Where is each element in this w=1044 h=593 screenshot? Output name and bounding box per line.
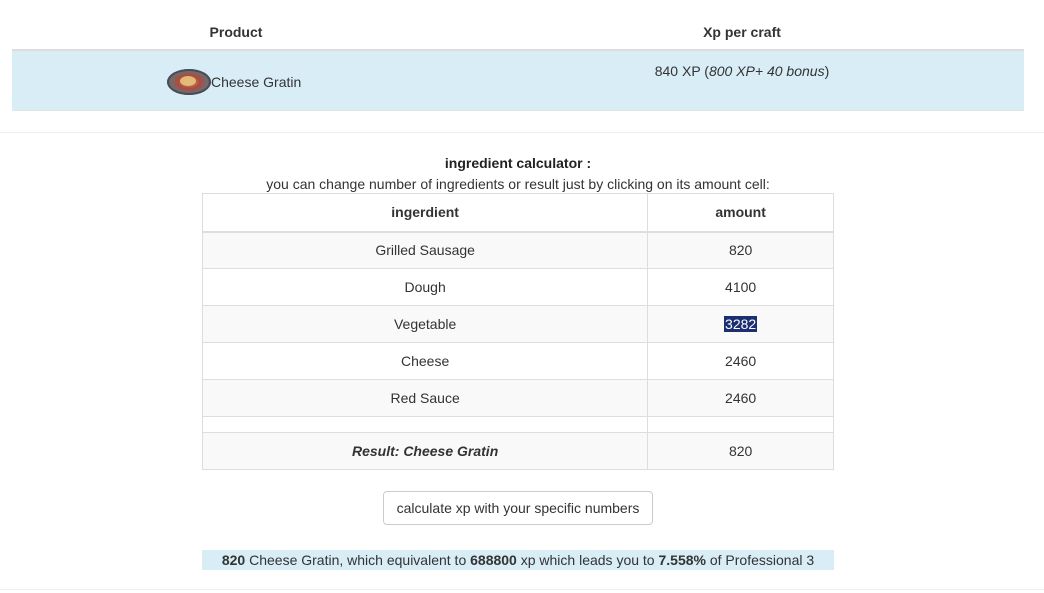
selected-amount-text[interactable]: 3282 — [724, 316, 758, 332]
xp-summary: 820 Cheese Gratin, which equivalent to 6… — [202, 550, 834, 570]
ingredient-row: Cheese 2460 — [201, 342, 834, 380]
ingredient-amount-cell[interactable]: 820 — [647, 231, 834, 269]
product-cell: Cheese Gratin — [167, 69, 301, 95]
ingredient-name: Cheese — [201, 342, 649, 380]
product-row: Cheese Gratin 840 XP (800 XP+ 40 bonus) — [12, 51, 1024, 111]
ingredient-name: Dough — [201, 268, 649, 306]
xp-breakdown: 800 XP+ 40 bonus — [708, 63, 825, 79]
product-table-header: Product Xp per craft — [12, 12, 1024, 51]
xp-column-header: Xp per craft — [703, 24, 781, 40]
ingredient-amount-cell[interactable]: 3282 — [647, 305, 834, 343]
result-row: Result: Cheese Gratin 820 — [201, 432, 834, 470]
calculate-xp-button[interactable]: calculate xp with your specific numbers — [383, 491, 653, 525]
ingredient-name: Vegetable — [201, 305, 649, 343]
ingredient-row: Red Sauce 2460 — [201, 379, 834, 417]
calculator-title: ingredient calculator : — [444, 155, 592, 171]
summary-percent: 7.558% — [658, 552, 706, 568]
ingredient-table-header: ingerdient amount — [201, 193, 834, 233]
xp-per-craft-value: 840 XP (800 XP+ 40 bonus) — [654, 63, 830, 79]
summary-xp: 688800 — [470, 552, 517, 568]
ingredient-row: Dough 4100 — [201, 268, 834, 306]
ingredient-name: Red Sauce — [201, 379, 649, 417]
result-label: Result: Cheese Gratin — [201, 432, 649, 470]
amount-column-header: amount — [647, 193, 834, 233]
bottom-divider — [0, 589, 1044, 590]
result-amount-cell[interactable]: 820 — [647, 432, 834, 470]
spacer-row — [201, 416, 834, 433]
calculator-instructions: you can change number of ingredients or … — [266, 176, 770, 192]
product-column-header: Product — [209, 24, 263, 40]
ingredient-name: Grilled Sausage — [201, 231, 649, 269]
ingredient-row: Vegetable 3282 — [201, 305, 834, 343]
ingredient-table: ingerdient amount Grilled Sausage 820 Do… — [201, 193, 834, 470]
ingredient-row: Grilled Sausage 820 — [201, 231, 834, 269]
product-name: Cheese Gratin — [211, 74, 302, 90]
section-divider — [0, 132, 1044, 133]
ingredient-column-header: ingerdient — [201, 193, 649, 233]
product-table: Product Xp per craft Cheese Gratin 840 X… — [12, 12, 1024, 111]
cheese-gratin-dish-icon — [167, 69, 211, 95]
summary-count: 820 — [221, 552, 246, 568]
ingredient-amount-cell[interactable]: 4100 — [647, 268, 834, 306]
ingredient-amount-cell[interactable]: 2460 — [647, 379, 834, 417]
ingredient-amount-cell[interactable]: 2460 — [647, 342, 834, 380]
